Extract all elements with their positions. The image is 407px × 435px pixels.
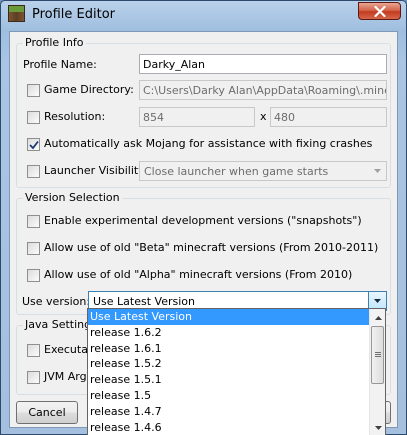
cancel-button[interactable]: Cancel [16, 401, 78, 424]
game-directory-checkbox[interactable] [27, 84, 40, 97]
auto-crash-checkbox[interactable] [27, 138, 40, 151]
profile-name-label: Profile Name: [23, 58, 97, 71]
resolution-height-input[interactable]: 480 [270, 107, 387, 127]
minecraft-grass-block-icon [8, 5, 25, 22]
dropdown-option[interactable]: release 1.5.1 [88, 372, 371, 388]
dropdown-option[interactable]: release 1.4.7 [88, 404, 371, 420]
resolution-width-input[interactable]: 854 [139, 107, 255, 127]
dropdown-option[interactable]: release 1.6.1 [88, 341, 371, 357]
snapshots-label: Enable experimental development versions… [44, 214, 362, 227]
game-directory-input[interactable]: C:\Users\Darky Alan\AppData\Roaming\.min… [139, 80, 387, 100]
resolution-separator: x [260, 110, 267, 123]
executable-checkbox[interactable] [27, 344, 40, 357]
dropdown-option[interactable]: release 1.5.2 [88, 356, 371, 372]
use-version-label: Use version: [22, 295, 91, 308]
profile-name-input[interactable]: Darky_Alan [139, 54, 387, 74]
title-bar[interactable]: Profile Editor [1, 1, 406, 29]
close-icon [373, 5, 386, 17]
scrollbar-thumb[interactable] [371, 326, 384, 384]
scroll-up-button[interactable] [371, 310, 385, 325]
snapshots-checkbox[interactable] [27, 215, 40, 228]
launcher-visibility-checkbox[interactable] [27, 165, 40, 178]
chevron-up-icon [374, 315, 382, 320]
dropdown-option[interactable]: release 1.6.2 [88, 325, 371, 341]
dropdown-option[interactable]: Use Latest Version [88, 309, 371, 325]
resolution-checkbox[interactable] [27, 111, 40, 124]
profile-info-title: Profile Info [23, 36, 86, 49]
close-button[interactable] [358, 2, 401, 20]
chevron-down-icon [374, 425, 382, 430]
version-selection-title: Version Selection [23, 191, 122, 204]
scroll-down-button[interactable] [371, 420, 385, 435]
game-directory-label: Game Directory: [44, 83, 134, 96]
dropdown-option[interactable]: release 1.5 [88, 388, 371, 404]
resolution-label: Resolution: [44, 110, 106, 123]
beta-checkbox[interactable] [27, 242, 40, 255]
launcher-visibility-select[interactable]: Close launcher when game starts [139, 161, 387, 181]
chevron-down-icon [369, 162, 386, 180]
dropdown-scrollbar[interactable] [369, 309, 385, 435]
alpha-label: Allow use of old "Alpha" minecraft versi… [44, 268, 353, 281]
jvm-arguments-checkbox[interactable] [27, 371, 40, 384]
auto-crash-label: Automatically ask Mojang for assistance … [44, 137, 373, 150]
window-title: Profile Editor [32, 7, 116, 22]
beta-label: Allow use of old "Beta" minecraft versio… [44, 241, 379, 254]
use-version-value: Use Latest Version [93, 295, 195, 308]
alpha-checkbox[interactable] [27, 269, 40, 282]
version-dropdown-list[interactable]: Use Latest Version release 1.6.2 release 1… [87, 308, 386, 435]
cancel-button-label: Cancel [28, 406, 66, 419]
dropdown-option[interactable]: release 1.4.6 [88, 420, 371, 435]
launcher-visibility-label: Launcher Visibility: [44, 164, 148, 177]
launcher-visibility-value: Close launcher when game starts [144, 165, 329, 178]
checkmark-icon [29, 140, 39, 150]
